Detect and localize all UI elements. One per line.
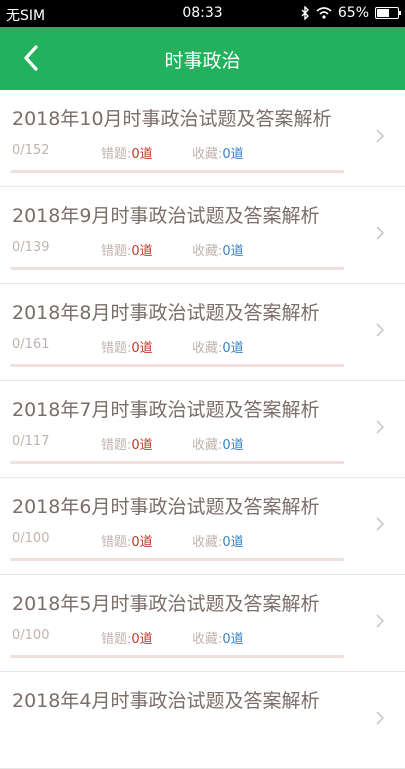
item-title: 2018年5月时事政治试题及答案解析	[12, 593, 320, 615]
fav-label: 收藏:	[192, 632, 223, 647]
wrong-label: 错题:	[101, 535, 132, 550]
fav-label: 收藏:	[192, 341, 223, 356]
wrong-value: 0道	[131, 341, 153, 356]
list-item[interactable]: 2018年8月时事政治试题及答案解析 0/161 错题:0道 收藏:0道	[0, 284, 405, 381]
bluetooth-icon	[301, 6, 309, 20]
chevron-right-icon	[376, 517, 385, 531]
item-fav-count: 收藏:0道	[192, 240, 244, 259]
wrong-value: 0道	[131, 147, 153, 162]
list-item[interactable]: 2018年10月时事政治试题及答案解析 0/152 错题:0道 收藏:0道	[0, 90, 405, 187]
progress-bar	[10, 558, 344, 561]
fav-label: 收藏:	[192, 244, 223, 259]
item-wrong-count: 错题:0道	[101, 434, 153, 453]
chevron-right-icon	[376, 420, 385, 434]
progress-bar	[10, 170, 344, 173]
fav-value: 0道	[222, 147, 244, 162]
item-wrong-count: 错题:0道	[101, 628, 153, 647]
battery-level	[377, 9, 390, 17]
item-fav-count: 收藏:0道	[192, 434, 244, 453]
page-title: 时事政治	[164, 50, 241, 72]
item-title: 2018年8月时事政治试题及答案解析	[12, 302, 320, 324]
item-progress: 0/100	[12, 628, 50, 643]
wrong-label: 错题:	[101, 438, 132, 453]
item-title: 2018年10月时事政治试题及答案解析	[12, 108, 332, 130]
fav-label: 收藏:	[192, 535, 223, 550]
item-title: 2018年4月时事政治试题及答案解析	[12, 690, 320, 712]
topic-list: 2018年10月时事政治试题及答案解析 0/152 错题:0道 收藏:0道 2018年9…	[0, 90, 405, 769]
wrong-value: 0道	[131, 244, 153, 259]
wrong-label: 错题:	[101, 632, 132, 647]
list-item[interactable]: 2018年6月时事政治试题及答案解析 0/100 错题:0道 收藏:0道	[0, 478, 405, 575]
fav-value: 0道	[222, 341, 244, 356]
fav-value: 0道	[222, 632, 244, 647]
list-item[interactable]: 2018年5月时事政治试题及答案解析 0/100 错题:0道 收藏:0道	[0, 575, 405, 672]
fav-label: 收藏:	[192, 438, 223, 453]
wrong-value: 0道	[131, 535, 153, 550]
fav-value: 0道	[222, 244, 244, 259]
wrong-value: 0道	[131, 438, 153, 453]
wrong-value: 0道	[131, 632, 153, 647]
list-item[interactable]: 2018年9月时事政治试题及答案解析 0/139 错题:0道 收藏:0道	[0, 187, 405, 284]
list-item[interactable]: 2018年4月时事政治试题及答案解析	[0, 672, 405, 769]
item-progress: 0/152	[12, 143, 50, 158]
battery-icon	[375, 7, 401, 19]
item-fav-count: 收藏:0道	[192, 143, 244, 162]
item-title: 2018年9月时事政治试题及答案解析	[12, 205, 320, 227]
item-progress: 0/117	[12, 434, 50, 449]
chevron-right-icon	[376, 129, 385, 143]
item-progress: 0/161	[12, 337, 50, 352]
item-wrong-count: 错题:0道	[101, 240, 153, 259]
status-bar: 无SIM 08:33 65%	[0, 0, 405, 27]
progress-bar	[10, 267, 344, 270]
item-title: 2018年6月时事政治试题及答案解析	[12, 496, 320, 518]
wifi-icon	[316, 7, 332, 19]
wrong-label: 错题:	[101, 244, 132, 259]
item-fav-count: 收藏:0道	[192, 531, 244, 550]
chevron-right-icon	[376, 323, 385, 337]
fav-label: 收藏:	[192, 147, 223, 162]
wrong-label: 错题:	[101, 341, 132, 356]
list-item[interactable]: 2018年7月时事政治试题及答案解析 0/117 错题:0道 收藏:0道	[0, 381, 405, 478]
nav-bar: 时事政治	[0, 27, 405, 90]
fav-value: 0道	[222, 438, 244, 453]
item-fav-count: 收藏:0道	[192, 628, 244, 647]
item-progress: 0/139	[12, 240, 50, 255]
progress-bar	[10, 364, 344, 367]
fav-value: 0道	[222, 535, 244, 550]
chevron-right-icon	[376, 226, 385, 240]
item-wrong-count: 错题:0道	[101, 531, 153, 550]
progress-bar	[10, 461, 344, 464]
chevron-right-icon	[376, 711, 385, 725]
item-fav-count: 收藏:0道	[192, 337, 244, 356]
progress-bar	[10, 655, 344, 658]
item-wrong-count: 错题:0道	[101, 143, 153, 162]
item-title: 2018年7月时事政治试题及答案解析	[12, 399, 320, 421]
battery-percent: 65%	[337, 5, 369, 21]
wrong-label: 错题:	[101, 147, 132, 162]
status-right: 65%	[300, 5, 401, 21]
item-progress: 0/100	[12, 531, 50, 546]
chevron-right-icon	[376, 614, 385, 628]
item-wrong-count: 错题:0道	[101, 337, 153, 356]
